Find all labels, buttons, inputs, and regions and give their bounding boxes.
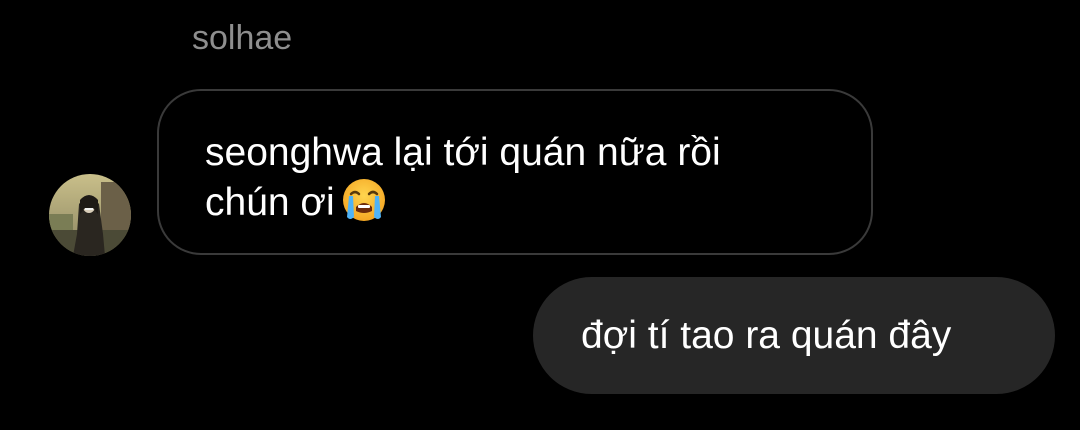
- loudly-crying-face-icon: [342, 179, 385, 221]
- incoming-message-line-2: chún ơi: [205, 177, 721, 227]
- incoming-message-line-2-text: chún ơi: [205, 181, 335, 224]
- incoming-message-text: seonghwa lại tới quán nữa rồi chún ơi: [205, 129, 721, 227]
- outgoing-message-bubble[interactable]: đợi tí tao ra quán đây: [533, 277, 1055, 394]
- avatar-photo: [49, 174, 131, 256]
- sender-name: solhae: [192, 19, 293, 57]
- outgoing-message-text: đợi tí tao ra quán đây: [581, 314, 952, 357]
- incoming-message-bubble[interactable]: seonghwa lại tới quán nữa rồi chún ơi: [157, 89, 873, 255]
- incoming-message-line-1: seonghwa lại tới quán nữa rồi: [205, 131, 721, 174]
- avatar[interactable]: [49, 174, 131, 256]
